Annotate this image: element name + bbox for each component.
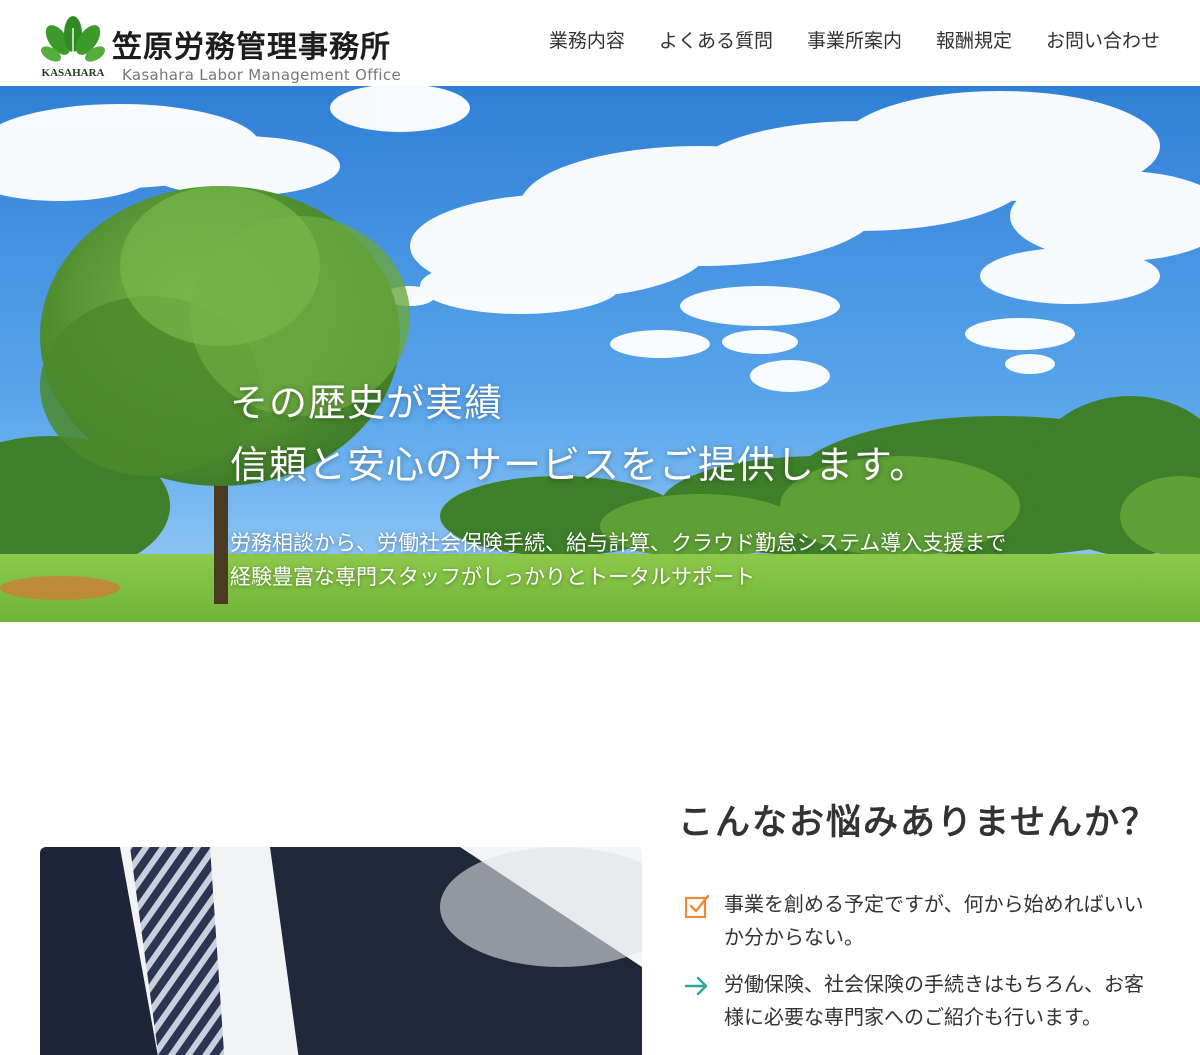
- leaf-logo-icon: KASAHARA: [41, 16, 105, 79]
- brand-name: 笠原労務管理事務所: [112, 30, 391, 65]
- concern-text: 労働保険、社会保険の手続きはもちろん、お客様に必要な専門家へのご紹介も行います。: [724, 972, 1144, 1029]
- brand-english-name: Kasahara Labor Management Office: [122, 66, 401, 84]
- businessman-photo: [40, 847, 642, 1055]
- hero-subtext-line1: 労務相談から、労働社会保険手続、給与計算、クラウド勤怠システム導入支援まで: [230, 531, 1007, 555]
- site-logo[interactable]: KASAHARA 笠原労務管理事務所 Kasahara Labor Manage…: [38, 12, 418, 84]
- arrow-right-icon: [684, 976, 708, 996]
- nav-contact[interactable]: お問い合わせ: [1046, 26, 1160, 53]
- hero-subtext: 労務相談から、労働社会保険手続、給与計算、クラウド勤怠システム導入支援まで 経験…: [230, 526, 1006, 594]
- nav-office-info[interactable]: 事業所案内: [807, 26, 902, 53]
- list-item: 労働保険、社会保険の手続きはもちろん、お客様に必要な専門家へのご紹介も行います。: [684, 968, 1154, 1034]
- main-nav: 業務内容 よくある質問 事業所案内 報酬規定 お問い合わせ: [549, 26, 1160, 53]
- concerns-title: こんなお悩みありませんか？: [678, 803, 1158, 843]
- hero-heading-line2: 信頼と安心のサービスをご提供します。: [230, 443, 929, 487]
- concerns-list: 事業を創める予定ですが、何から始めればいいか分からない。 労働保険、社会保険の手…: [684, 888, 1154, 1048]
- hero-section: その歴史が実績 信頼と安心のサービスをご提供します。 労務相談から、労働社会保険…: [0, 86, 1200, 622]
- svg-text:KASAHARA: KASAHARA: [42, 67, 105, 79]
- list-item: 事業を創める予定ですが、何から始めればいいか分からない。: [684, 888, 1154, 954]
- nav-services[interactable]: 業務内容: [549, 26, 625, 53]
- nav-faq[interactable]: よくある質問: [659, 26, 773, 53]
- checkbox-icon: [684, 894, 710, 919]
- hero-heading-line1: その歴史が実績: [230, 381, 504, 425]
- concern-text: 事業を創める予定ですが、何から始めればいいか分からない。: [724, 892, 1144, 949]
- hero-heading: その歴史が実績 信頼と安心のサービスをご提供します。: [230, 372, 928, 496]
- hero-subtext-line2: 経験豊富な専門スタッフがしっかりとトータルサポート: [230, 565, 755, 589]
- nav-fees[interactable]: 報酬規定: [936, 26, 1012, 53]
- site-header: KASAHARA 笠原労務管理事務所 Kasahara Labor Manage…: [0, 0, 1200, 86]
